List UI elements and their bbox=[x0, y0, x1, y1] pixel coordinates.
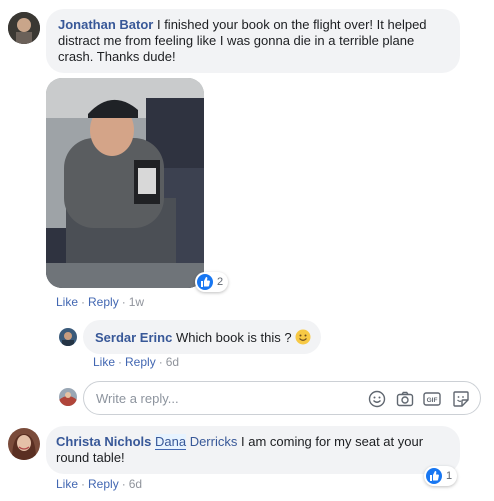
gif-icon[interactable]: GIF bbox=[423, 390, 441, 408]
like-link[interactable]: Like bbox=[56, 295, 78, 309]
reply-input-placeholder: Write a reply... bbox=[96, 391, 179, 406]
reply-input[interactable]: Write a reply... GIF bbox=[83, 381, 481, 415]
reply-link[interactable]: Reply bbox=[125, 355, 156, 369]
sticker-icon[interactable] bbox=[452, 390, 470, 408]
mention-tag[interactable]: Dana bbox=[154, 434, 187, 450]
comment-author[interactable]: Jonathan Bator bbox=[58, 17, 153, 32]
timestamp[interactable]: 1w bbox=[129, 295, 144, 309]
avatar[interactable] bbox=[8, 428, 40, 460]
reaction-count-value: 1 bbox=[446, 470, 453, 482]
avatar[interactable] bbox=[8, 12, 40, 44]
timestamp[interactable]: 6d bbox=[129, 477, 142, 491]
camera-icon[interactable] bbox=[396, 390, 414, 408]
reply-actions: Like · Reply · 6d bbox=[93, 355, 180, 369]
like-link[interactable]: Like bbox=[56, 477, 78, 491]
reply-text: Which book is this ? bbox=[175, 330, 292, 345]
current-user-avatar bbox=[59, 388, 77, 406]
reply-link[interactable]: Reply bbox=[88, 477, 119, 491]
like-reaction-icon bbox=[197, 274, 213, 290]
reaction-count-value: 2 bbox=[217, 276, 224, 288]
comment-author[interactable]: Christa Nichols bbox=[56, 434, 151, 449]
timestamp[interactable]: 6d bbox=[166, 355, 179, 369]
reply-bubble: Serdar Erinc Which book is this ? bbox=[83, 320, 321, 354]
emoji-icon[interactable] bbox=[368, 390, 386, 408]
comment-bubble: Jonathan Bator I finished your book on t… bbox=[46, 9, 460, 73]
reaction-count[interactable]: 2 bbox=[195, 272, 229, 292]
reaction-count[interactable]: 1 bbox=[424, 466, 458, 486]
comment-photo[interactable] bbox=[46, 78, 204, 288]
like-link[interactable]: Like bbox=[93, 355, 115, 369]
like-reaction-icon bbox=[426, 468, 442, 484]
reply-link[interactable]: Reply bbox=[88, 295, 119, 309]
comment-actions: Like · Reply · 1w bbox=[56, 295, 145, 309]
comment-actions: Like · Reply · 6d bbox=[56, 477, 143, 491]
comment-bubble: Christa Nichols Dana Derricks I am comin… bbox=[46, 426, 460, 474]
reply-author[interactable]: Serdar Erinc bbox=[95, 330, 172, 345]
smile-emoji-icon bbox=[295, 329, 311, 349]
mention-tag-rest[interactable]: Derricks bbox=[190, 434, 238, 449]
svg-text:GIF: GIF bbox=[427, 397, 438, 404]
reply-avatar[interactable] bbox=[59, 328, 77, 346]
